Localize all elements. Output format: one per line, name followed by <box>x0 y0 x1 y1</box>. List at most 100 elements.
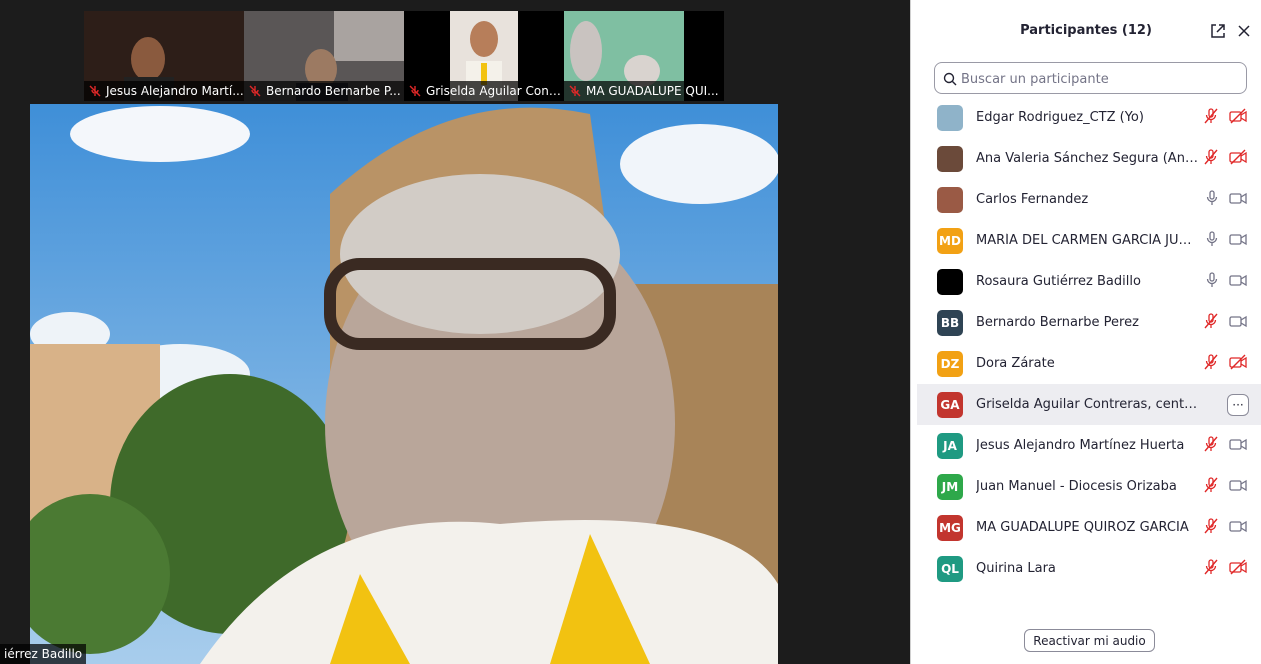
participant-row[interactable]: Edgar Rodriguez_CTZ (Yo) <box>917 97 1261 138</box>
thumbnail-label: MA GUADALUPE QUI... <box>564 81 724 101</box>
participants-panel: Participantes (12) Edgar Rodriguez_CTZ (… <box>910 0 1261 664</box>
mic-muted-icon <box>1204 477 1218 493</box>
participant-status-icons <box>1203 477 1247 493</box>
search-input[interactable] <box>961 69 1241 89</box>
speaker-name-label: iérrez Badillo <box>0 644 87 664</box>
participant-row[interactable]: GA Griselda Aguilar Contreras, centro San… <box>917 384 1261 425</box>
participant-row[interactable]: BB Bernardo Bernarbe Perez <box>917 302 1261 343</box>
more-options-button[interactable]: ··· <box>1227 394 1249 416</box>
video-thumbnail-3[interactable]: MA GUADALUPE QUI... <box>564 11 724 101</box>
thumbnail-name: Griselda Aguilar Cont... <box>426 84 564 98</box>
avatar: BB <box>937 309 963 336</box>
close-button[interactable] <box>1235 22 1253 40</box>
speaker-video-image <box>30 104 778 664</box>
mic-icon <box>1206 231 1218 246</box>
avatar: JA <box>937 432 963 459</box>
avatar: JM <box>937 473 963 500</box>
reactivate-audio-button[interactable]: Reactivar mi audio <box>1024 629 1155 652</box>
participant-row[interactable]: MD MARÍA DEL CARMEN GARCÍA JUÁREZ <box>917 220 1261 261</box>
participant-status-icons <box>1203 313 1247 329</box>
participant-name: Bernardo Bernarbe Perez <box>976 315 1139 330</box>
participant-row[interactable]: Rosaura Gutiérrez Badillo <box>917 261 1261 302</box>
search-box[interactable] <box>934 62 1247 94</box>
mic-icon <box>1206 190 1218 205</box>
avatar <box>937 268 963 295</box>
thumbnail-name: Jesus Alejandro Martí... <box>106 84 244 98</box>
mic-muted-icon <box>409 85 421 97</box>
participant-status-icons <box>1205 190 1247 206</box>
participant-name: MARÍA DEL CARMEN GARCÍA JUÁREZ <box>976 233 1198 248</box>
avatar: GA <box>937 391 963 418</box>
video-off-icon <box>1229 354 1247 370</box>
participant-name: Ana Valeria Sánchez Segura (Anfitrión) <box>976 151 1198 166</box>
participant-row[interactable]: MG MA GUADALUPE QUIROZ GARCIA <box>917 507 1261 548</box>
pop-out-icon <box>1211 24 1225 38</box>
thumbnail-name: MA GUADALUPE QUI... <box>586 84 719 98</box>
thumbnail-name: Bernardo Bernarbe P... <box>266 84 401 98</box>
participant-name: Jesus Alejandro Martínez Huerta <box>976 438 1185 453</box>
avatar <box>937 104 963 131</box>
thumbnail-label: Jesus Alejandro Martí... <box>84 81 244 101</box>
participant-name: Edgar Rodriguez_CTZ (Yo) <box>976 110 1144 125</box>
mic-muted-icon <box>1204 518 1218 534</box>
main-speaker-video[interactable] <box>30 104 778 664</box>
video-area: Jesus Alejandro Martí... Bernardo Bernar… <box>0 0 910 664</box>
video-off-icon <box>1229 559 1247 575</box>
video-camera-icon <box>1229 520 1247 533</box>
avatar: MG <box>937 514 963 541</box>
video-camera-icon <box>1229 315 1247 328</box>
video-camera-icon <box>1229 479 1247 492</box>
participant-status-icons <box>1203 108 1247 124</box>
participant-status-icons <box>1203 518 1247 534</box>
video-off-icon <box>1229 149 1247 165</box>
mic-muted-icon <box>569 85 581 97</box>
participant-status-icons <box>1203 559 1247 575</box>
mic-muted-icon <box>1204 436 1218 452</box>
avatar: MD <box>937 227 963 254</box>
video-thumbnail-1[interactable]: Bernardo Bernarbe P... <box>244 11 404 101</box>
mic-muted-icon <box>1204 313 1218 329</box>
mic-muted-icon <box>1204 559 1218 575</box>
video-camera-icon <box>1229 192 1247 205</box>
participant-name: Griselda Aguilar Contreras, centro San J… <box>976 397 1198 412</box>
participant-status-icons <box>1205 231 1247 247</box>
avatar: QL <box>937 555 963 582</box>
video-camera-icon <box>1229 438 1247 451</box>
participant-status-icons <box>1203 354 1247 370</box>
mic-muted-icon <box>1204 354 1218 370</box>
search-icon <box>943 72 957 86</box>
video-thumbnail-2[interactable]: Griselda Aguilar Cont... <box>404 11 564 101</box>
participant-row[interactable]: Carlos Fernandez <box>917 179 1261 220</box>
participant-name: Dora Zárate <box>976 356 1055 371</box>
video-thumbnail-0[interactable]: Jesus Alejandro Martí... <box>84 11 244 101</box>
avatar <box>937 145 963 172</box>
avatar: DZ <box>937 350 963 377</box>
participant-status-icons <box>1205 272 1247 288</box>
close-icon <box>1238 25 1250 37</box>
mic-muted-icon <box>89 85 101 97</box>
participant-list: Edgar Rodriguez_CTZ (Yo) Ana Valeria Sánc… <box>917 97 1261 589</box>
pop-out-button[interactable] <box>1209 22 1227 40</box>
video-camera-icon <box>1229 274 1247 287</box>
thumbnail-label: Bernardo Bernarbe P... <box>244 81 404 101</box>
mic-muted-icon <box>249 85 261 97</box>
participant-name: MA GUADALUPE QUIROZ GARCIA <box>976 520 1189 535</box>
participant-status-icons <box>1203 149 1247 165</box>
panel-header: Participantes (12) <box>911 0 1261 60</box>
participant-name: Rosaura Gutiérrez Badillo <box>976 274 1141 289</box>
video-off-icon <box>1229 108 1247 124</box>
participant-name: Juan Manuel - Diocesis Orizaba <box>976 479 1177 494</box>
thumbnail-strip: Jesus Alejandro Martí... Bernardo Bernar… <box>84 11 724 101</box>
participant-row[interactable]: Ana Valeria Sánchez Segura (Anfitrión) <box>917 138 1261 179</box>
video-camera-icon <box>1229 233 1247 246</box>
participant-row[interactable]: JA Jesus Alejandro Martínez Huerta <box>917 425 1261 466</box>
participant-row[interactable]: DZ Dora Zárate <box>917 343 1261 384</box>
participant-name: Quirina Lara <box>976 561 1056 576</box>
participant-name: Carlos Fernandez <box>976 192 1089 207</box>
avatar <box>937 186 963 213</box>
participant-status-icons <box>1203 436 1247 452</box>
thumbnail-label: Griselda Aguilar Cont... <box>404 81 564 101</box>
participant-row[interactable]: JM Juan Manuel - Diocesis Orizaba <box>917 466 1261 507</box>
mic-icon <box>1206 272 1218 287</box>
participant-row[interactable]: QL Quirina Lara <box>917 548 1261 589</box>
